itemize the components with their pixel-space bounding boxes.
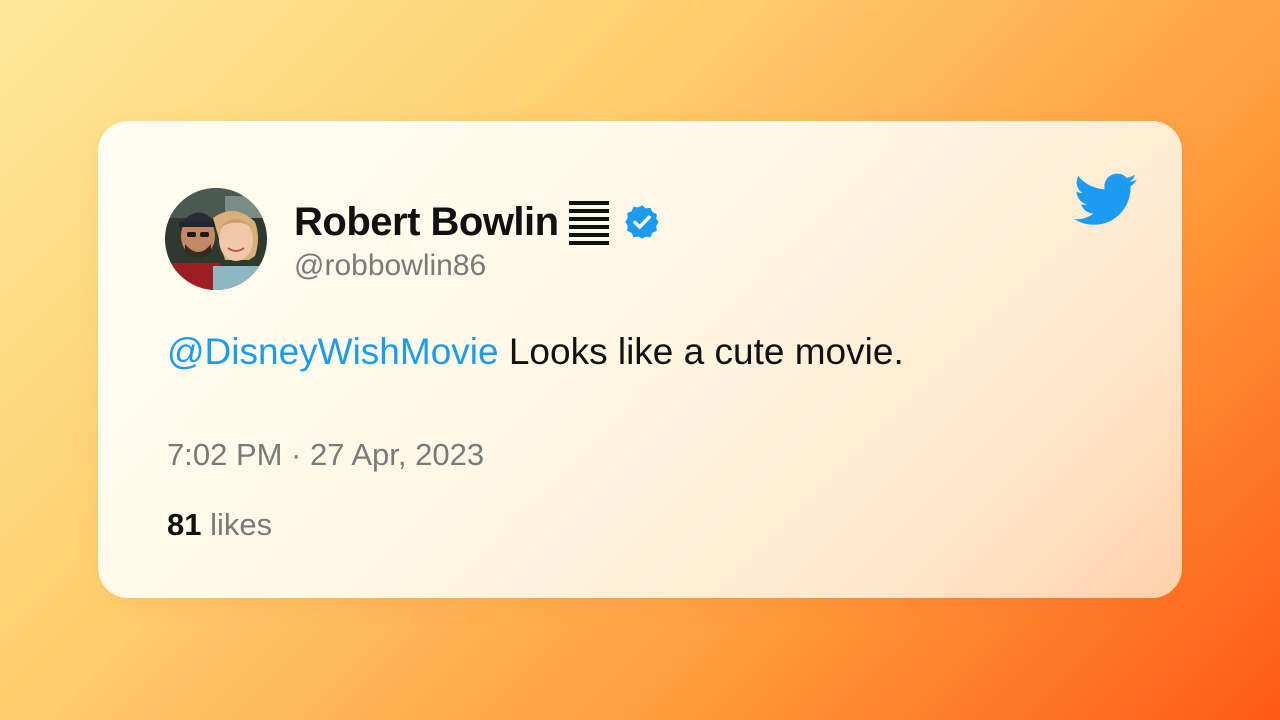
profile-photo bbox=[165, 188, 267, 290]
mention-link[interactable]: @DisneyWishMovie bbox=[167, 331, 499, 372]
likes-count: 81 bbox=[167, 507, 202, 542]
tweet-body: Looks like a cute movie. bbox=[498, 331, 904, 372]
author-handle[interactable]: @robbowlin86 bbox=[294, 249, 486, 283]
likes-row[interactable]: 81 likes bbox=[167, 507, 272, 543]
verified-badge-icon bbox=[624, 205, 659, 239]
flag-emoji-icon bbox=[568, 201, 609, 245]
twitter-bird-icon bbox=[1074, 173, 1137, 225]
author-display-name[interactable]: Robert Bowlin bbox=[294, 200, 559, 245]
tweet-text: @DisneyWishMovie Looks like a cute movie… bbox=[167, 331, 904, 373]
avatar[interactable] bbox=[165, 188, 267, 290]
author-name-row: Robert Bowlin bbox=[294, 197, 661, 247]
tweet-timestamp[interactable]: 7:02 PM · 27 Apr, 2023 bbox=[167, 437, 484, 473]
likes-label: likes bbox=[201, 507, 273, 542]
tweet-card: Robert Bowlin @robbowlin86 @DisneyWishMo… bbox=[98, 121, 1182, 598]
